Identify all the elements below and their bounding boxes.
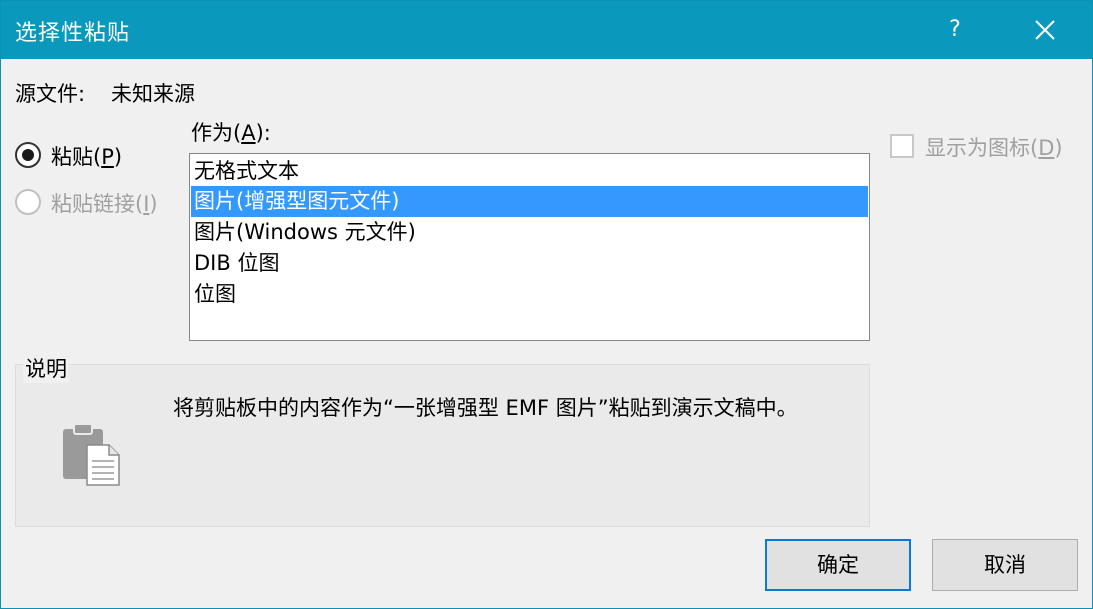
description-text: 将剪贴板中的内容作为“一张增强型 EMF 图片”粘贴到演示文稿中。 — [173, 396, 798, 420]
ok-button[interactable]: 确定 — [765, 539, 911, 591]
paste-as-listbox[interactable]: 无格式文本 图片(增强型图元文件) 图片(Windows 元文件) DIB 位图… — [189, 153, 870, 341]
paste-radio-label[interactable]: 粘贴(P) — [51, 141, 122, 171]
display-as-icon-label[interactable]: 显示为图标(D) — [925, 132, 1063, 162]
clipboard-icon — [61, 423, 121, 491]
paste-special-dialog: 选择性粘贴 ? 源文件: 未知来源 粘贴(P) 粘贴链接(I) 作为(A): 无… — [0, 0, 1093, 609]
source-value: 未知来源 — [111, 82, 195, 106]
description-group-label: 说明 — [23, 353, 69, 383]
display-as-icon-checkbox[interactable] — [890, 134, 914, 158]
paste-link-radio[interactable] — [15, 189, 41, 215]
paste-radio[interactable] — [15, 142, 41, 168]
title-bar[interactable]: 选择性粘贴 ? — [1, 1, 1092, 59]
list-item-selected[interactable]: 图片(增强型图元文件) — [191, 186, 868, 217]
cancel-button[interactable]: 取消 — [932, 539, 1078, 591]
list-item[interactable]: 图片(Windows 元文件) — [191, 217, 868, 248]
paste-link-radio-label[interactable]: 粘贴链接(I) — [51, 188, 158, 218]
close-icon — [1035, 20, 1055, 40]
description-groupbox — [15, 364, 870, 527]
as-label: 作为(A): — [191, 121, 271, 145]
list-item[interactable]: DIB 位图 — [191, 248, 868, 279]
source-label: 源文件: — [15, 82, 86, 106]
list-item[interactable]: 无格式文本 — [191, 156, 868, 187]
help-button[interactable]: ? — [931, 1, 979, 59]
list-item[interactable]: 位图 — [191, 279, 868, 310]
dialog-title: 选择性粘贴 — [15, 21, 131, 46]
close-button[interactable] — [1021, 1, 1069, 59]
